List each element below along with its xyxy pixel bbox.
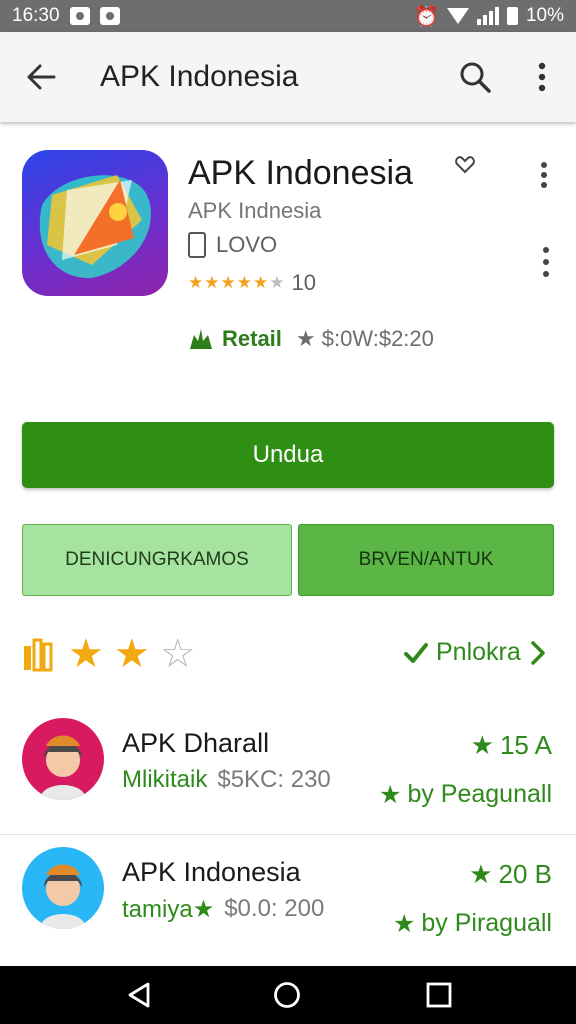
item-badge: ★ 15 A: [471, 730, 552, 761]
price-value: $:0W:$2:20: [321, 326, 434, 351]
star-icon: ★: [470, 730, 494, 760]
star-filled-2[interactable]: ★: [114, 634, 150, 674]
retail-label: Retail: [222, 326, 282, 351]
system-nav-bar: [0, 966, 576, 1024]
install-button[interactable]: Undua: [22, 422, 554, 488]
app-bar: APK Indonesia: [0, 32, 576, 122]
reviews-link[interactable]: Pnlokra: [404, 638, 547, 667]
rating-count: 10: [291, 270, 316, 295]
leaf-icon: [190, 329, 212, 349]
device-label: LOVO: [216, 232, 278, 257]
reviews-link-label: Pnlokra: [436, 638, 521, 666]
notification-icon: [69, 7, 90, 25]
avatar: [22, 718, 104, 800]
item-badge-text: 20 B: [498, 859, 553, 889]
price-text: ★ $:0W:$2:20: [295, 326, 434, 351]
app-name: APK Indonesia: [188, 154, 413, 192]
rating-stars: ★★★★★★: [188, 273, 286, 292]
wishlist-heart-icon[interactable]: [454, 154, 476, 176]
item-by: ★ by Piraguall: [393, 909, 552, 939]
check-icon: [404, 642, 428, 663]
device-compat-row: LOVO: [188, 232, 277, 258]
item-tag: Mlikitaik: [122, 766, 208, 793]
overflow-menu-icon[interactable]: [528, 60, 556, 94]
chevron-right-icon: [531, 640, 545, 665]
app-bar-title: APK Indonesia: [100, 60, 299, 93]
item-subtitle: Mlikitaik $5KC: 230: [122, 766, 331, 794]
alarm-icon: ⏰: [414, 5, 439, 28]
search-icon[interactable]: [458, 60, 492, 94]
rating-bars-icon: [24, 638, 53, 672]
notification-icon-2: [99, 7, 120, 25]
star-icon: ★: [392, 910, 416, 938]
item-by-text: by Peagunall: [407, 780, 552, 808]
wifi-icon: [446, 8, 469, 24]
signal-icon: [476, 7, 499, 25]
tab-right[interactable]: BRVEN/ANTUK: [298, 524, 554, 596]
item-title: APK Dharall: [122, 728, 270, 758]
nav-back-icon[interactable]: [124, 980, 154, 1010]
app-rating-row: ★★★★★★ 10: [188, 270, 316, 296]
avatar: [22, 847, 104, 929]
star-icon: ★: [469, 859, 493, 889]
item-subtitle: tamiya★ $0.0: 200: [122, 895, 324, 924]
tab-left[interactable]: DENICUNGRKAMOS: [22, 524, 292, 596]
item-badge: ★ 20 B: [469, 859, 552, 890]
secondary-more-options-icon[interactable]: [536, 244, 556, 280]
star-filled-1[interactable]: ★: [68, 634, 104, 674]
nav-home-icon[interactable]: [272, 980, 302, 1010]
developer-name[interactable]: APK Indnesia: [188, 198, 321, 224]
phone-icon: [188, 232, 206, 258]
back-arrow-icon[interactable]: [24, 60, 58, 94]
item-price: $5KC: 230: [217, 766, 331, 793]
item-tag: tamiya★: [122, 896, 215, 923]
list-item[interactable]: APK Indonesia tamiya★ $0.0: 200 ★ 20 B ★…: [0, 834, 576, 962]
battery-icon: [506, 7, 518, 25]
app-icon: [22, 150, 168, 296]
item-by: ★ by Peagunall: [379, 780, 552, 810]
app-more-options-icon[interactable]: [534, 160, 554, 190]
star-empty-3[interactable]: ☆: [160, 634, 196, 674]
battery-percent: 10%: [525, 5, 564, 26]
item-by-text: by Piraguall: [421, 909, 552, 937]
status-bar: 16:30 ⏰ 10%: [0, 0, 576, 32]
item-price: $0.0: 200: [224, 895, 325, 922]
status-time: 16:30: [12, 5, 60, 26]
rating-summary: ★ ★ ☆: [22, 634, 196, 674]
item-badge-text: 15 A: [499, 730, 552, 760]
item-title: APK Indonesia: [122, 857, 301, 887]
star-icon: ★: [379, 781, 402, 809]
list-item[interactable]: APK Dharall Mlikitaik $5KC: 230 ★ 15 A ★…: [0, 706, 576, 834]
nav-recents-icon[interactable]: [424, 980, 454, 1010]
retail-row: Retail ★ $:0W:$2:20: [188, 326, 434, 352]
